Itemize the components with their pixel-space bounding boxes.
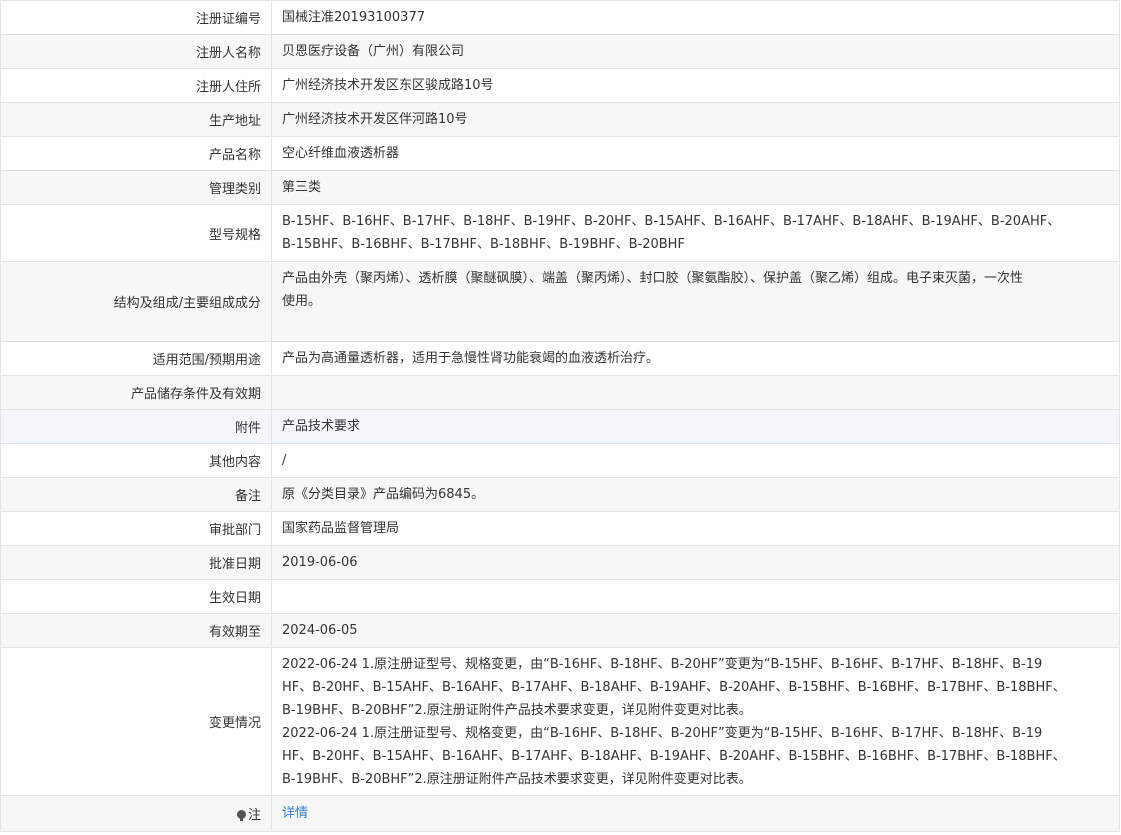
row-value: 广州经济技术开发区伴河路10号 (271, 102, 1120, 137)
row-label: 结构及组成/主要组成成分 (0, 261, 272, 342)
model-spec-value: B-15HF、B-16HF、B-17HF、B-18HF、B-19HF、B-20H… (271, 204, 1120, 262)
row-value: 2024-06-05 (271, 613, 1120, 648)
details-link[interactable]: 详情 (282, 806, 308, 821)
row-label: 管理类别 (0, 170, 272, 205)
row-label: 生效日期 (0, 579, 272, 614)
table-row: 审批部门 国家药品监督管理局 (0, 511, 1120, 546)
row-value: 产品为高通量透析器，适用于急慢性肾功能衰竭的血液透析治疗。 (271, 341, 1120, 376)
table-row: 附件 产品技术要求 (0, 409, 1120, 444)
row-value (271, 375, 1120, 410)
registration-detail-table: 注册证编号 国械注准20193100377 注册人名称 贝恩医疗设备（广州）有限… (0, 0, 1120, 832)
row-value: 原《分类目录》产品编码为6845。 (271, 477, 1120, 512)
row-label: 审批部门 (0, 511, 272, 546)
note-value-cell: 详情 (271, 795, 1120, 832)
table-row: 其他内容 / (0, 443, 1120, 478)
row-label: 产品储存条件及有效期 (0, 375, 272, 410)
row-label: 批准日期 (0, 545, 272, 580)
row-label: 注册人住所 (0, 68, 272, 103)
row-label: 型号规格 (0, 204, 272, 262)
lightbulb-icon (236, 810, 246, 821)
table-row: 生产地址 广州经济技术开发区伴河路10号 (0, 102, 1120, 137)
row-value: / (271, 443, 1120, 478)
table-row: 型号规格 B-15HF、B-16HF、B-17HF、B-18HF、B-19HF、… (0, 204, 1120, 262)
row-label: 生产地址 (0, 102, 272, 137)
table-row: 变更情况 2022-06-24 1.原注册证型号、规格变更，由“B-16HF、B… (0, 647, 1120, 796)
row-value (271, 579, 1120, 614)
row-value: 国家药品监督管理局 (271, 511, 1120, 546)
row-label: 注册人名称 (0, 34, 272, 69)
table-row: 备注 原《分类目录》产品编码为6845。 (0, 477, 1120, 512)
row-value: 空心纤维血液透析器 (271, 136, 1120, 171)
change-history-value: 2022-06-24 1.原注册证型号、规格变更，由“B-16HF、B-18HF… (271, 647, 1120, 796)
table-row: 适用范围/预期用途 产品为高通量透析器，适用于急慢性肾功能衰竭的血液透析治疗。 (0, 341, 1120, 376)
table-row: 产品名称 空心纤维血液透析器 (0, 136, 1120, 171)
row-label: 有效期至 (0, 613, 272, 648)
note-label: 注 (247, 808, 261, 823)
table-row: 结构及组成/主要组成成分 产品由外壳（聚丙烯）、透析膜（聚醚砜膜）、端盖（聚丙烯… (0, 261, 1120, 342)
table-row: 生效日期 (0, 579, 1120, 614)
row-label: 附件 (0, 409, 272, 444)
row-value: 2019-06-06 (271, 545, 1120, 580)
note-label-cell: 注 (0, 795, 272, 832)
table-row: 管理类别 第三类 (0, 170, 1120, 205)
row-label: 变更情况 (0, 647, 272, 796)
row-label: 注册证编号 (0, 0, 272, 35)
row-value: 国械注准20193100377 (271, 0, 1120, 35)
attachment-value: 产品技术要求 (271, 409, 1120, 444)
row-value: 第三类 (271, 170, 1120, 205)
row-label: 产品名称 (0, 136, 272, 171)
table-row: 注册人名称 贝恩医疗设备（广州）有限公司 (0, 34, 1120, 69)
table-row: 批准日期 2019-06-06 (0, 545, 1120, 580)
row-label: 其他内容 (0, 443, 272, 478)
table-row: 注册证编号 国械注准20193100377 (0, 0, 1120, 35)
row-label: 备注 (0, 477, 272, 512)
row-label: 适用范围/预期用途 (0, 341, 272, 376)
table-row: 注册人住所 广州经济技术开发区东区骏成路10号 (0, 68, 1120, 103)
composition-value: 产品由外壳（聚丙烯）、透析膜（聚醚砜膜）、端盖（聚丙烯）、封口胶（聚氨酯胶）、保… (271, 261, 1120, 342)
row-value: 广州经济技术开发区东区骏成路10号 (271, 68, 1120, 103)
table-row: 产品储存条件及有效期 (0, 375, 1120, 410)
note-row: 注 详情 (0, 795, 1120, 832)
row-value: 贝恩医疗设备（广州）有限公司 (271, 34, 1120, 69)
table-row: 有效期至 2024-06-05 (0, 613, 1120, 648)
